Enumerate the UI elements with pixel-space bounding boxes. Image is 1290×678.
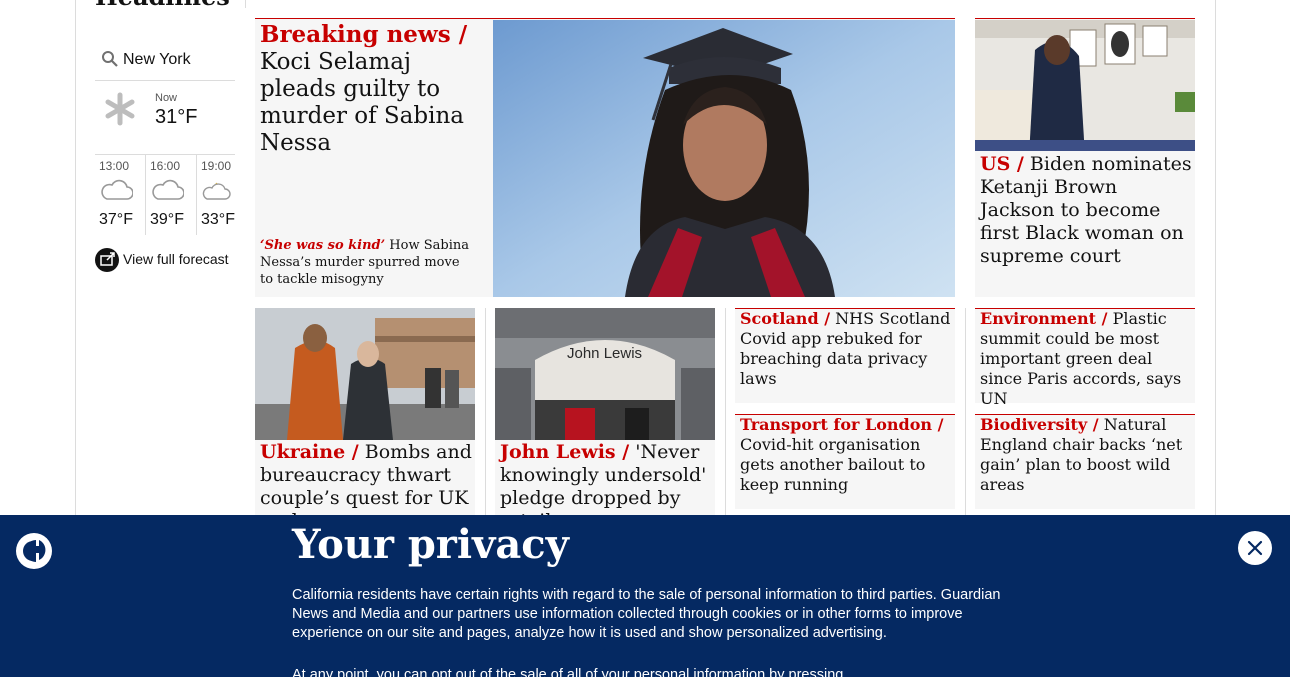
current-weather: Now 31°F — [95, 90, 235, 140]
story-photo: John Lewis — [495, 308, 715, 440]
close-icon — [1247, 540, 1263, 556]
main-headline-text: Koci Selamaj pleads guilty to murder of … — [260, 49, 465, 156]
view-forecast-label: View full forecast — [123, 251, 229, 267]
story-kicker: Environment / — [980, 309, 1108, 328]
view-forecast-link[interactable]: View full forecast — [95, 248, 245, 274]
main-story-photo — [493, 20, 955, 297]
story-headline: Scotland / NHS Scotland Covid app rebuke… — [740, 309, 952, 389]
story-card[interactable]: Scotland / NHS Scotland Covid app rebuke… — [735, 308, 955, 403]
side-story-photo — [975, 20, 1195, 151]
headlines-title: Headlines — [95, 0, 230, 11]
external-link-icon — [95, 248, 119, 272]
story-photo — [255, 308, 475, 440]
forecast-slot: 19:00 33°F — [196, 155, 247, 235]
main-kicker: Breaking news / — [260, 21, 468, 48]
story-kicker: Biodiversity / — [980, 415, 1099, 434]
main-story-card[interactable]: Breaking news / Koci Selamaj pleads guil… — [255, 18, 955, 297]
side-kicker: US / — [980, 153, 1024, 175]
story-headline: Biodiversity / Natural England chair bac… — [980, 415, 1192, 495]
story-card[interactable]: John Lewis John Lewis / 'Never knowingly… — [495, 308, 715, 532]
now-temperature: 31°F — [155, 106, 198, 128]
story-headline: Environment / Plastic summit could be mo… — [980, 309, 1192, 409]
hourly-forecast: 13:00 37°F 16:00 39°F 19:00 33°F — [95, 154, 235, 235]
search-icon — [101, 50, 119, 73]
forecast-temp: 33°F — [201, 211, 235, 228]
forecast-temp: 37°F — [99, 211, 133, 228]
cloud-icon — [150, 179, 185, 206]
sub-kicker: ‘She was so kind’ — [260, 238, 386, 253]
divider — [245, 0, 246, 8]
story-card[interactable]: Transport for London / Covid-hit organis… — [735, 414, 955, 509]
now-label: Now — [155, 92, 178, 104]
story-kicker: Transport for London / — [740, 415, 944, 434]
main-headline: Breaking news / Koci Selamaj pleads guil… — [260, 21, 485, 157]
story-kicker: John Lewis / — [500, 441, 630, 463]
location-name: New York — [123, 51, 191, 68]
forecast-slot: 13:00 37°F — [95, 155, 145, 235]
story-kicker: Ukraine / — [260, 441, 359, 463]
side-story-card[interactable]: US / Biden nominates Ketanji Brown Jacks… — [975, 18, 1195, 297]
cloud-icon — [99, 179, 134, 206]
privacy-text: California residents have certain rights… — [292, 587, 1001, 641]
story-card[interactable]: Environment / Plastic summit could be mo… — [975, 308, 1195, 408]
story-headline-text: Covid-hit organisation gets another bail… — [740, 435, 926, 494]
column-divider — [485, 308, 486, 515]
forecast-time: 16:00 — [150, 159, 181, 173]
guardian-logo-icon — [16, 533, 52, 569]
close-button[interactable] — [1238, 531, 1272, 565]
snow-icon — [103, 92, 137, 131]
side-headline: US / Biden nominates Ketanji Brown Jacks… — [980, 153, 1192, 268]
forecast-time: 13:00 — [99, 159, 130, 173]
forecast-time: 19:00 — [201, 159, 232, 173]
privacy-title: Your privacy — [292, 521, 569, 568]
story-kicker: Scotland / — [740, 309, 831, 328]
photo-sign-text: John Lewis — [567, 345, 643, 362]
privacy-more-text: At any point, you can opt out of the sal… — [292, 667, 844, 678]
story-card[interactable]: Ukraine / Bombs and bureaucracy thwart c… — [255, 308, 475, 532]
column-divider — [725, 308, 726, 515]
story-headline: Transport for London / Covid-hit organis… — [740, 415, 952, 495]
location-search[interactable]: New York — [95, 40, 235, 81]
privacy-banner: Your privacy California residents have c… — [0, 515, 1290, 678]
forecast-temp: 39°F — [150, 211, 184, 228]
sub-link[interactable]: ‘She was so kind’ How Sabina Nessa’s mur… — [260, 237, 475, 288]
partly-cloudy-night-icon — [201, 179, 235, 206]
story-card[interactable]: Biodiversity / Natural England chair bac… — [975, 414, 1195, 509]
column-divider — [965, 308, 966, 515]
forecast-slot: 16:00 39°F — [145, 155, 196, 235]
